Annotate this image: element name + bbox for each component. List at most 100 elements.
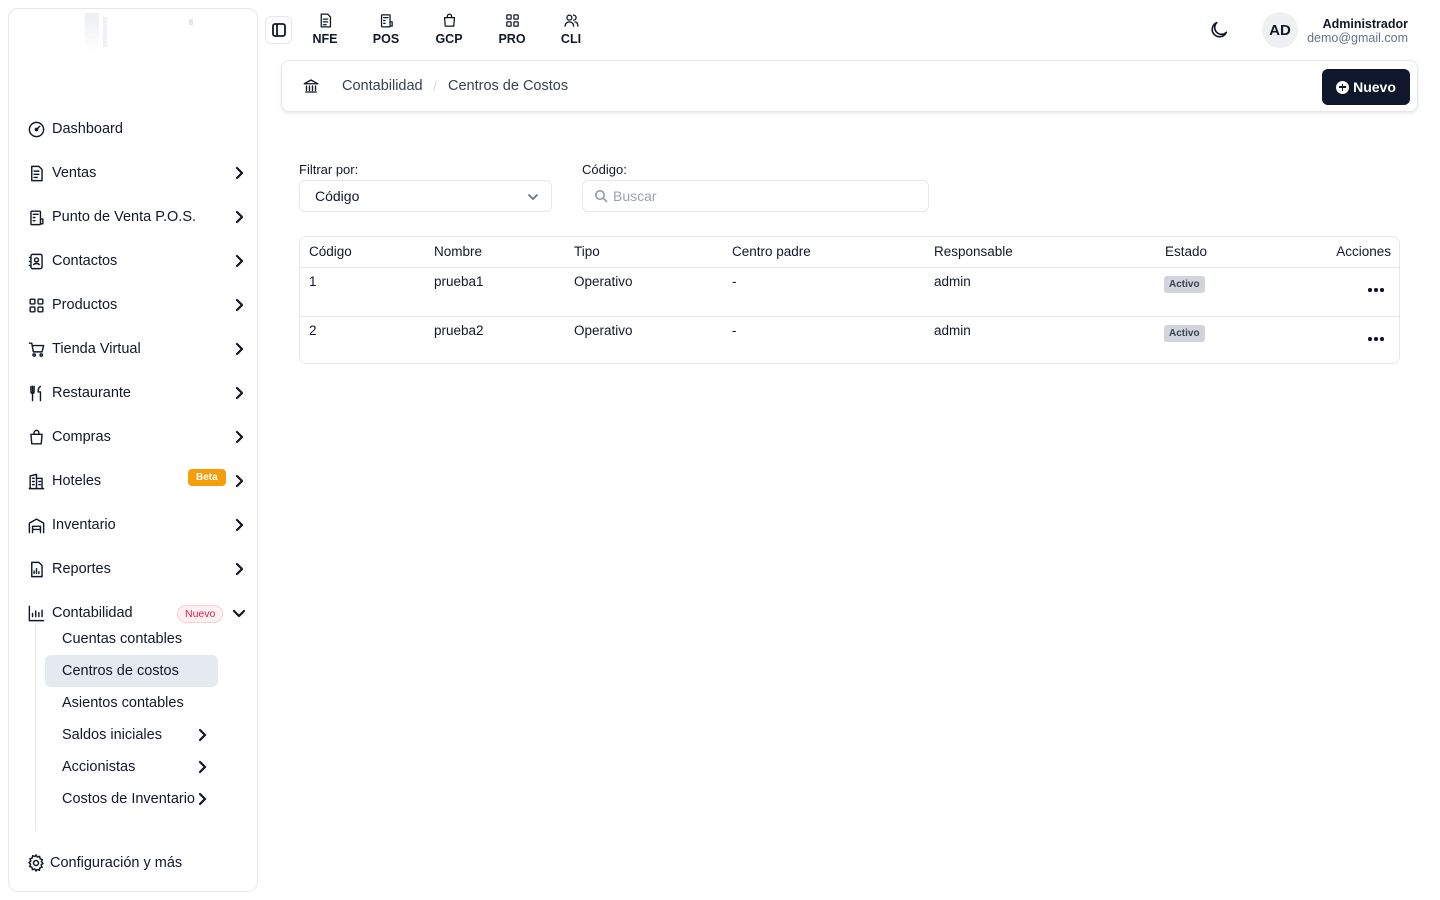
- chevron-down-icon: [527, 190, 539, 202]
- sidebar-item-restaurante[interactable]: Restaurante: [9, 371, 257, 415]
- report-icon: [26, 559, 46, 579]
- breadcrumb-separator: /: [433, 78, 437, 94]
- sidebar-item-configuracion[interactable]: Configuración y más: [26, 851, 182, 875]
- submenu-item-label: Centros de costos: [62, 663, 179, 679]
- submenu-item-accionistas[interactable]: Accionistas: [45, 751, 218, 783]
- beta-badge: Beta: [188, 469, 226, 486]
- cell-tipo: Operativo: [574, 323, 633, 338]
- cell-codigo: 2: [309, 323, 317, 338]
- new-button[interactable]: Nuevo: [1322, 69, 1410, 105]
- cell-nombre: prueba2: [434, 323, 484, 338]
- column-header-codigo[interactable]: Código: [309, 244, 352, 259]
- breadcrumb-root[interactable]: Contabilidad: [342, 78, 423, 94]
- chevron-right-icon: [231, 429, 247, 445]
- sidebar-item-label: Compras: [52, 429, 111, 445]
- sidebar-item-label: Contabilidad: [52, 605, 133, 621]
- sidebar-item-tienda-virtual[interactable]: Tienda Virtual: [9, 327, 257, 371]
- submenu-item-label: Cuentas contables: [62, 631, 183, 647]
- sidebar-toggle-button[interactable]: [265, 16, 292, 44]
- search-icon: [594, 189, 608, 203]
- sidebar-item-compras[interactable]: Compras: [9, 415, 257, 459]
- sidebar-item-contactos[interactable]: Contactos: [9, 239, 257, 283]
- cell-responsable: admin: [934, 323, 971, 338]
- sidebar-item-label: Dashboard: [52, 121, 123, 137]
- sidebar-item-inventario[interactable]: Inventario: [9, 503, 257, 547]
- new-badge: Nuevo: [177, 605, 224, 623]
- user-name: Administrador: [1322, 17, 1408, 31]
- submenu-item-asientos-contables[interactable]: Asientos contables: [45, 687, 218, 719]
- warehouse-icon: [26, 515, 46, 535]
- shortcut-label: GCP: [435, 32, 463, 46]
- breadcrumb: Contabilidad / Centros de Costos Nuevo: [281, 60, 1418, 112]
- document-icon: [320, 13, 331, 28]
- avatar[interactable]: AD: [1262, 12, 1298, 48]
- cell-tipo: Operativo: [574, 274, 633, 289]
- chevron-right-icon: [231, 561, 247, 577]
- sidebar-item-label: Tienda Virtual: [52, 341, 141, 357]
- code-label: Código:: [582, 162, 627, 177]
- search-box: [582, 180, 929, 212]
- breadcrumb-current: Centros de Costos: [448, 78, 569, 94]
- moon-icon: [1211, 21, 1228, 38]
- sidebar-item-hoteles[interactable]: Hoteles Beta: [9, 459, 257, 503]
- receipt-icon: [26, 163, 46, 183]
- more-actions-icon[interactable]: [1368, 331, 1384, 347]
- sidebar-item-productos[interactable]: Productos: [9, 283, 257, 327]
- chevron-down-icon: [231, 605, 247, 621]
- sidebar-item-label: Contactos: [52, 253, 118, 269]
- column-header-responsable[interactable]: Responsable: [934, 244, 1013, 259]
- submenu-item-costos-de-inventario[interactable]: Costos de Inventario: [45, 783, 218, 815]
- shortcut-pos[interactable]: POS: [366, 12, 406, 46]
- sidebar-item-label: Ventas: [52, 165, 97, 181]
- chevron-right-icon: [231, 209, 247, 225]
- submenu-item-label: Asientos contables: [62, 695, 184, 711]
- submenu-item-saldos-iniciales[interactable]: Saldos iniciales: [45, 719, 218, 751]
- sidebar-item-dashboard[interactable]: Dashboard: [9, 107, 257, 151]
- sidebar-nav: Dashboard Ventas Punto de Venta P.O.S. C…: [9, 107, 257, 635]
- table-row[interactable]: 2 prueba2 Operativo - admin Activo: [300, 317, 1399, 363]
- chevron-right-icon: [231, 473, 247, 489]
- contact-book-icon: [26, 251, 46, 271]
- search-input[interactable]: [613, 181, 913, 211]
- sidebar-item-label: Punto de Venta P.O.S.: [52, 209, 197, 225]
- cell-responsable: admin: [934, 274, 971, 289]
- dark-mode-toggle[interactable]: [1208, 19, 1230, 41]
- shortcut-label: POS: [372, 32, 400, 46]
- submenu-item-cuentas-contables[interactable]: Cuentas contables: [45, 623, 218, 655]
- shortcut-gcp[interactable]: GCP: [429, 12, 469, 46]
- sidebar-item-ventas[interactable]: Ventas: [9, 151, 257, 195]
- register-icon: [26, 207, 46, 227]
- gauge-icon: [26, 119, 46, 139]
- building-icon: [26, 471, 46, 491]
- column-header-tipo[interactable]: Tipo: [574, 244, 600, 259]
- sidebar-item-reportes[interactable]: Reportes: [9, 547, 257, 591]
- new-button-label: Nuevo: [1353, 79, 1396, 95]
- utensils-icon: [26, 383, 46, 403]
- chevron-right-icon: [231, 165, 247, 181]
- cell-centro-padre: -: [732, 323, 737, 338]
- chevron-right-icon: [231, 253, 247, 269]
- sidebar-panel-icon: [271, 23, 286, 37]
- shopping-bag-icon: [26, 427, 46, 447]
- sidebar-item-pos[interactable]: Punto de Venta P.O.S.: [9, 195, 257, 239]
- table-row[interactable]: 1 prueba1 Operativo - admin Activo: [300, 268, 1399, 317]
- status-badge: Activo: [1164, 276, 1205, 293]
- grid-icon: [505, 14, 519, 27]
- column-header-centro-padre[interactable]: Centro padre: [732, 244, 811, 259]
- shortcut-cli[interactable]: CLI: [551, 12, 591, 46]
- more-actions-icon[interactable]: [1368, 282, 1384, 298]
- column-header-nombre[interactable]: Nombre: [434, 244, 482, 259]
- app-root: Dashboard Ventas Punto de Venta P.O.S. C…: [0, 0, 1440, 900]
- cell-codigo: 1: [309, 274, 317, 289]
- sidebar-item-label: Hoteles: [52, 473, 102, 489]
- column-header-estado[interactable]: Estado: [1165, 244, 1207, 259]
- sidebar: Dashboard Ventas Punto de Venta P.O.S. C…: [8, 8, 258, 892]
- shortcut-pro[interactable]: PRO: [492, 12, 532, 46]
- configuracion-label: Configuración y más: [50, 855, 183, 871]
- submenu-item-centros-de-costos[interactable]: Centros de costos: [45, 655, 218, 687]
- filter-by-select[interactable]: Código: [299, 180, 552, 212]
- contabilidad-submenu: Cuentas contables Centros de costos Asie…: [35, 623, 235, 831]
- chevron-right-icon: [231, 385, 247, 401]
- shortcut-nfe[interactable]: NFE: [305, 12, 345, 46]
- sidebar-item-label: Restaurante: [52, 385, 131, 401]
